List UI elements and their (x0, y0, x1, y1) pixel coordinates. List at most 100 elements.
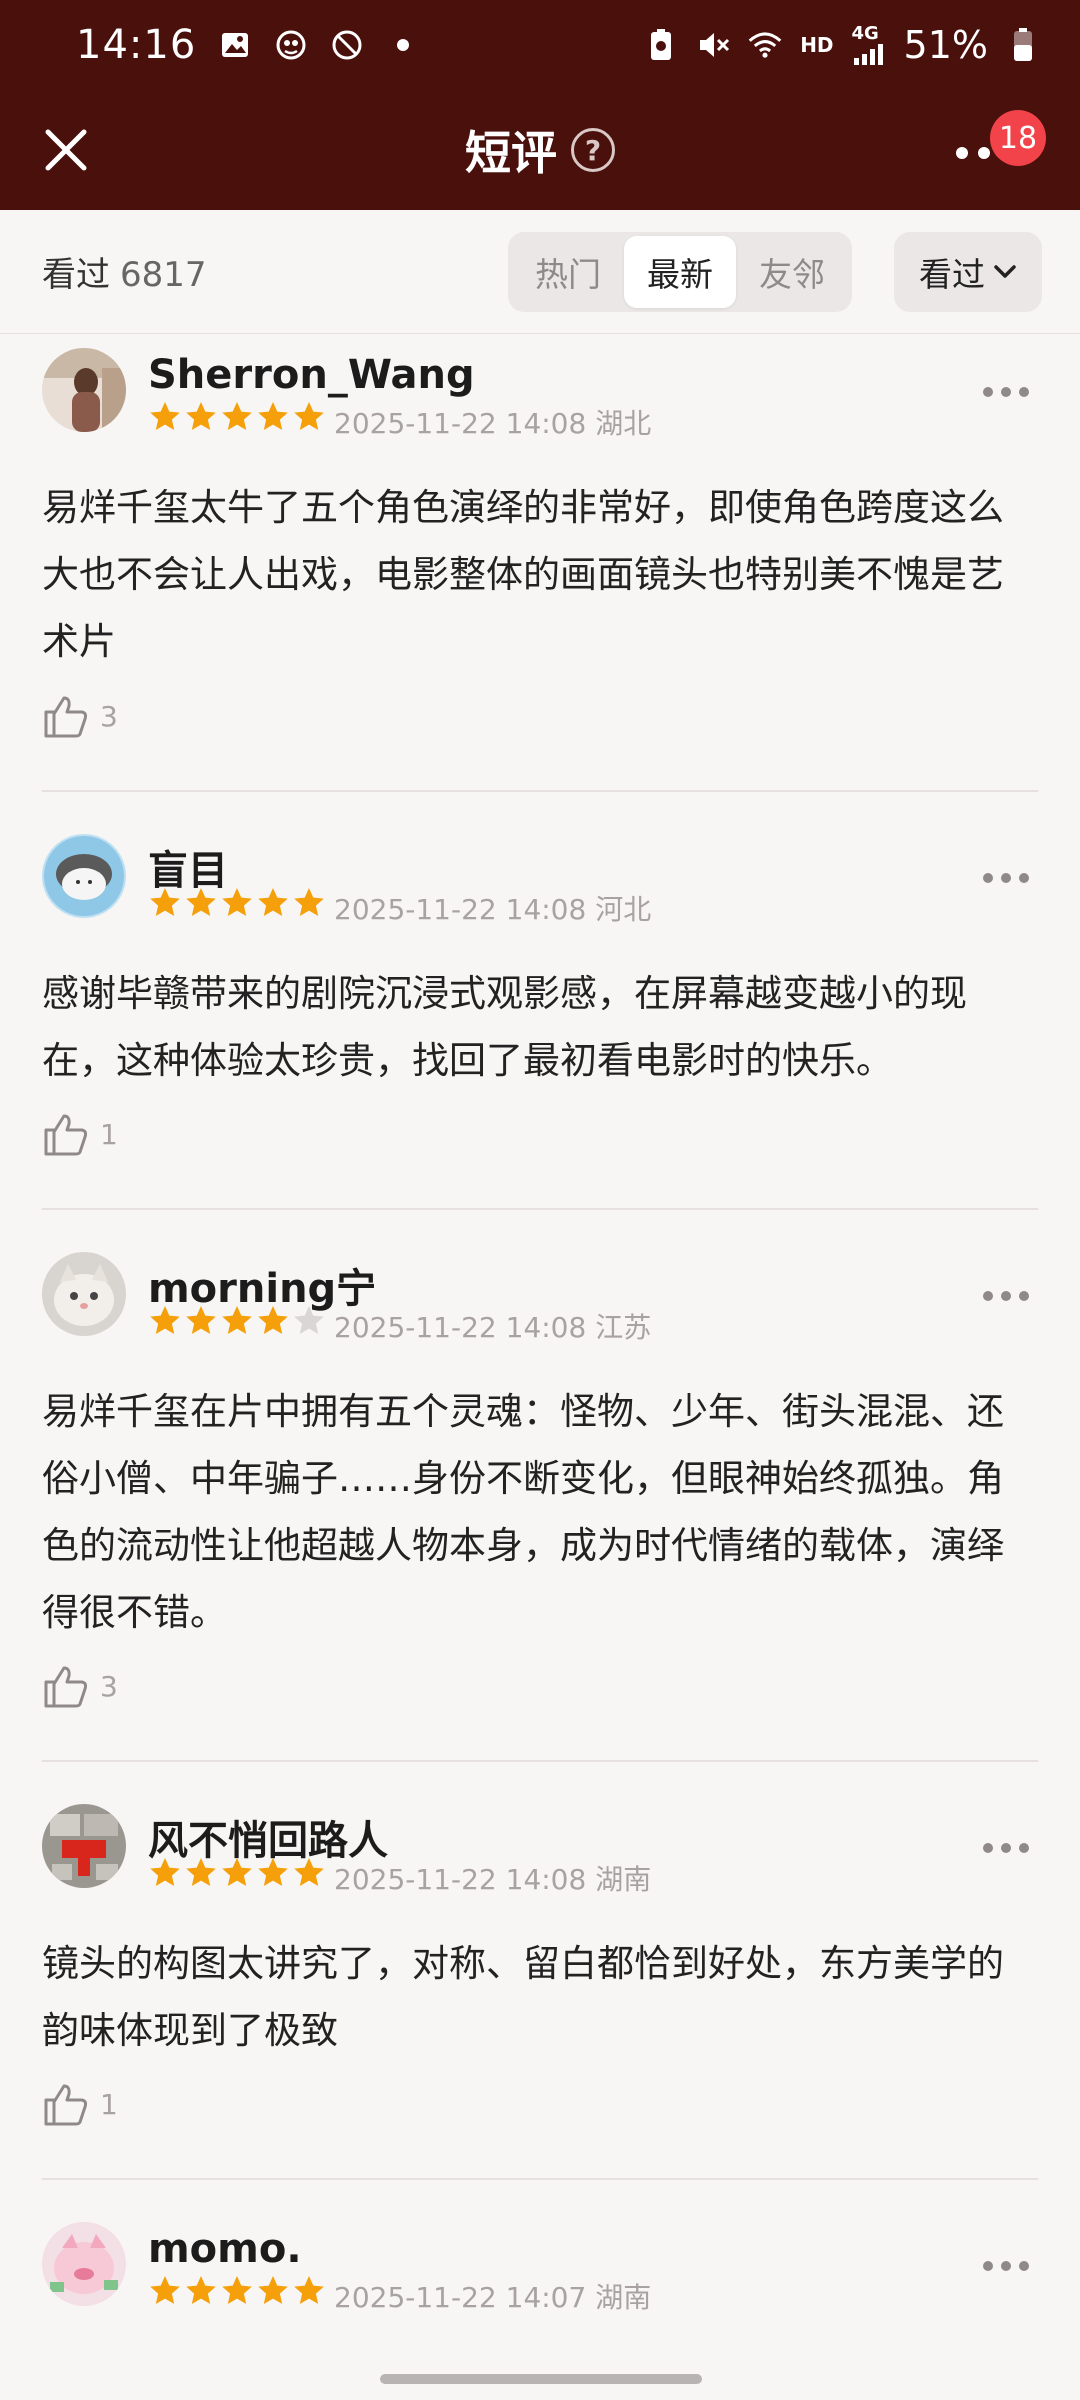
review-more-button[interactable] (976, 2246, 1036, 2286)
review-meta: 2025-11-22 14:08 河北 (334, 888, 651, 928)
close-icon (45, 129, 87, 171)
tab-latest[interactable]: 最新 (624, 236, 736, 308)
star-filled-icon (186, 1858, 216, 1886)
thumbs-up-icon (44, 1666, 88, 1708)
review-meta: 2025-11-22 14:08 湖南 (334, 1858, 651, 1898)
divider (42, 790, 1038, 792)
review-text: 易烊千玺太牛了五个角色演绎的非常好，即使角色跨度这么大也不会让人出戏，电影整体的… (42, 486, 1004, 663)
star-filled-icon (150, 888, 180, 916)
star-filled-icon (258, 1858, 288, 1886)
star-filled-icon (186, 888, 216, 916)
review-more-button[interactable] (976, 372, 1036, 412)
star-filled-icon (150, 2276, 180, 2304)
review-date: 2025-11-22 14:07 (334, 2281, 587, 2314)
tab-hot[interactable]: 热门 (512, 236, 624, 308)
review-location: 湖南 (595, 2281, 652, 2314)
rating-stars (148, 886, 326, 920)
review-location: 河北 (595, 893, 652, 926)
page-title: 短评 (465, 126, 557, 180)
close-button[interactable] (28, 112, 104, 188)
review-more-button[interactable] (976, 1828, 1036, 1868)
like-count: 1 (100, 2087, 118, 2121)
rating-stars (148, 1856, 326, 1890)
star-filled-icon (294, 2276, 324, 2304)
like-count: 3 (100, 1669, 118, 1703)
watched-dropdown[interactable]: 看过 (894, 232, 1042, 312)
avatar[interactable] (42, 1804, 126, 1888)
help-icon[interactable]: ? (571, 128, 615, 172)
star-filled-icon (222, 1858, 252, 1886)
review-date: 2025-11-22 14:08 (334, 1311, 587, 1344)
star-filled-icon (258, 888, 288, 916)
avatar[interactable] (42, 2222, 126, 2306)
more-icon (956, 147, 990, 159)
rating-stars (148, 400, 326, 434)
thumbs-up-icon (44, 1114, 88, 1156)
wifi-icon (748, 28, 782, 62)
gallery-icon (218, 28, 252, 62)
battery-saver-icon (644, 28, 678, 62)
like-button[interactable]: 1 (42, 1110, 118, 1158)
battery-icon (1006, 28, 1040, 62)
home-indicator[interactable] (380, 2374, 702, 2384)
star-filled-icon (150, 402, 180, 430)
rating-stars (148, 1304, 326, 1338)
review-meta: 2025-11-22 14:08 湖北 (334, 402, 651, 442)
star-filled-icon (186, 1306, 216, 1334)
avatar[interactable] (42, 1252, 126, 1336)
top-bar: 14:16 HD 4G 51% 短评 ? 18 (0, 0, 1080, 210)
star-filled-icon (258, 1306, 288, 1334)
review-location: 湖南 (595, 1863, 652, 1896)
like-button[interactable]: 3 (42, 692, 118, 740)
star-filled-icon (186, 2276, 216, 2304)
sort-segmented-control: 热门 最新 友邻 (508, 232, 852, 312)
status-bar: 14:16 HD 4G 51% (0, 0, 1080, 90)
user-name[interactable]: Sherron_Wang (148, 352, 475, 398)
like-button[interactable]: 3 (42, 1662, 118, 1710)
app-notification-icon (274, 28, 308, 62)
divider (42, 1760, 1038, 1762)
thumbs-up-icon (44, 2084, 88, 2126)
star-filled-icon (222, 2276, 252, 2304)
like-button[interactable]: 1 (42, 2080, 118, 2128)
filter-bar: 看过 6817 热门 最新 友邻 看过 (0, 210, 1080, 334)
divider (42, 1208, 1038, 1210)
review-date: 2025-11-22 14:08 (334, 893, 587, 926)
more-menu-button[interactable]: 18 (946, 110, 1046, 190)
chevron-down-icon (994, 265, 1016, 278)
review-location: 湖北 (595, 407, 652, 440)
hd-label: HD (800, 33, 834, 57)
star-empty-icon (294, 1306, 324, 1334)
review-meta: 2025-11-22 14:08 江苏 (334, 1306, 651, 1346)
star-filled-icon (258, 2276, 288, 2304)
user-name[interactable]: momo. (148, 2226, 302, 2272)
like-count: 3 (100, 699, 118, 733)
mute-icon (696, 28, 730, 62)
avatar[interactable] (42, 834, 126, 918)
review-more-button[interactable] (976, 858, 1036, 898)
star-filled-icon (294, 888, 324, 916)
signal-label: 4G (851, 23, 879, 44)
blocked-icon (330, 28, 364, 62)
tab-friends[interactable]: 友邻 (736, 236, 848, 308)
star-filled-icon (150, 1858, 180, 1886)
review-location: 江苏 (595, 1311, 652, 1344)
star-filled-icon (222, 888, 252, 916)
title-bar: 短评 ? 18 (0, 90, 1080, 210)
star-filled-icon (222, 1306, 252, 1334)
star-filled-icon (222, 402, 252, 430)
status-time: 14:16 (76, 22, 197, 68)
review-more-button[interactable] (976, 1276, 1036, 1316)
dot-icon (386, 28, 420, 62)
review-text: 镜头的构图太讲究了，对称、留白都恰到好处，东方美学的韵味体现到了极致 (42, 1942, 1004, 2052)
avatar[interactable] (42, 348, 126, 432)
notification-badge: 18 (990, 110, 1046, 166)
star-filled-icon (294, 402, 324, 430)
review-date: 2025-11-22 14:08 (334, 1863, 587, 1896)
review-date: 2025-11-22 14:08 (334, 407, 587, 440)
dropdown-label: 看过 (919, 255, 985, 294)
rating-stars (148, 2274, 326, 2308)
review-text: 感谢毕赣带来的剧院沉浸式观影感，在屏幕越变越小的现在，这种体验太珍贵，找回了最初… (42, 972, 967, 1082)
star-filled-icon (186, 402, 216, 430)
review-text: 易烊千玺在片中拥有五个灵魂：怪物、少年、街头混混、还俗小僧、中年骗子……身份不断… (42, 1390, 1004, 1634)
